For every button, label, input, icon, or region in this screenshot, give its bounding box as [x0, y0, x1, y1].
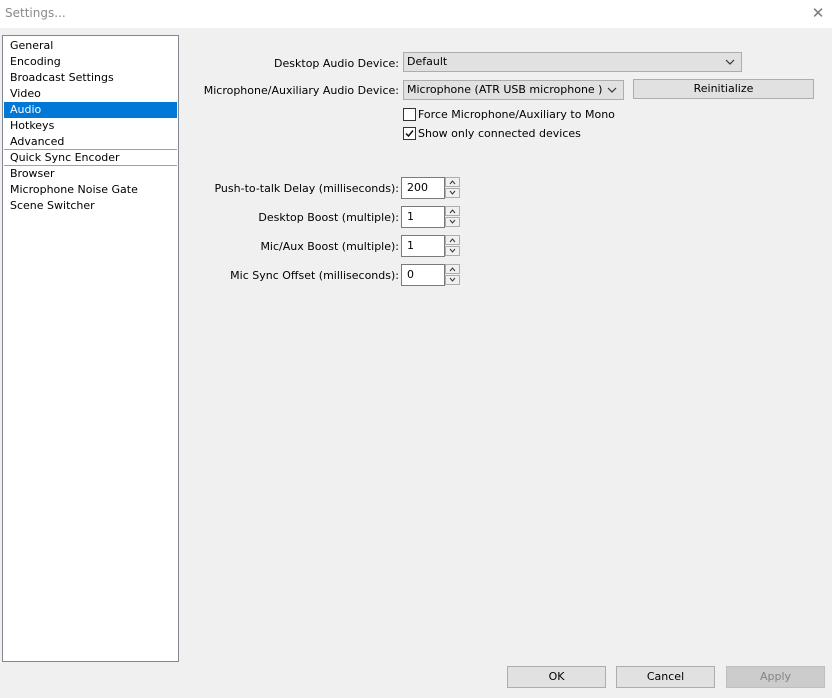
show-connected-devices-label: Show only connected devices — [418, 127, 581, 140]
ok-button[interactable]: OK — [507, 666, 606, 688]
mic-aux-boost-spinner[interactable]: 1 — [401, 235, 461, 257]
checkmark-icon — [405, 130, 414, 138]
sidebar-item-broadcast-settings[interactable]: Broadcast Settings — [4, 70, 177, 86]
show-connected-devices-checkbox[interactable] — [403, 127, 416, 140]
spin-up-button[interactable] — [445, 235, 460, 245]
chevron-down-icon — [449, 190, 456, 195]
window-title: Settings... — [5, 6, 66, 20]
apply-button[interactable]: Apply — [726, 666, 825, 688]
sidebar-item-quick-sync-encoder[interactable]: Quick Sync Encoder — [4, 150, 177, 166]
desktop-audio-device-value: Default — [407, 55, 448, 68]
chevron-up-icon — [449, 180, 456, 185]
title-bar: Settings... ✕ — [0, 0, 832, 28]
force-mono-label: Force Microphone/Auxiliary to Mono — [418, 108, 615, 121]
mic-audio-device-label: Microphone/Auxiliary Audio Device: — [203, 84, 399, 97]
chevron-down-icon — [449, 219, 456, 224]
mic-sync-offset-input[interactable]: 0 — [401, 264, 445, 286]
chevron-up-icon — [449, 209, 456, 214]
chevron-down-icon — [725, 59, 735, 65]
settings-sidebar: General Encoding Broadcast Settings Vide… — [2, 35, 179, 662]
desktop-boost-spinner[interactable]: 1 — [401, 206, 461, 228]
desktop-boost-label: Desktop Boost (multiple): — [258, 211, 399, 224]
mic-sync-offset-label: Mic Sync Offset (milliseconds): — [230, 269, 399, 282]
sidebar-item-audio[interactable]: Audio — [4, 102, 177, 118]
close-icon[interactable]: ✕ — [808, 3, 828, 23]
reinitialize-button[interactable]: Reinitialize — [633, 79, 814, 99]
sidebar-item-browser[interactable]: Browser — [4, 166, 177, 182]
mic-audio-device-select[interactable]: Microphone (ATR USB microphone ) — [403, 80, 624, 100]
chevron-down-icon — [607, 87, 617, 93]
sidebar-item-advanced[interactable]: Advanced — [4, 134, 177, 150]
sidebar-item-hotkeys[interactable]: Hotkeys — [4, 118, 177, 134]
desktop-audio-device-select[interactable]: Default — [403, 52, 742, 72]
chevron-down-icon — [449, 277, 456, 282]
force-mono-checkbox[interactable] — [403, 108, 416, 121]
spin-down-button[interactable] — [445, 246, 460, 256]
push-to-talk-delay-input[interactable]: 200 — [401, 177, 445, 199]
sidebar-item-microphone-noise-gate[interactable]: Microphone Noise Gate — [4, 182, 177, 198]
push-to-talk-delay-spinner[interactable]: 200 — [401, 177, 461, 199]
spin-down-button[interactable] — [445, 275, 460, 285]
spin-down-button[interactable] — [445, 188, 460, 198]
mic-audio-device-value: Microphone (ATR USB microphone ) — [407, 83, 603, 96]
mic-aux-boost-label: Mic/Aux Boost (multiple): — [260, 240, 399, 253]
spin-up-button[interactable] — [445, 264, 460, 274]
desktop-boost-input[interactable]: 1 — [401, 206, 445, 228]
sidebar-item-scene-switcher[interactable]: Scene Switcher — [4, 198, 177, 214]
sidebar-item-video[interactable]: Video — [4, 86, 177, 102]
mic-sync-offset-spinner[interactable]: 0 — [401, 264, 461, 286]
chevron-down-icon — [449, 248, 456, 253]
spin-up-button[interactable] — [445, 177, 460, 187]
spin-down-button[interactable] — [445, 217, 460, 227]
chevron-up-icon — [449, 238, 456, 243]
sidebar-item-general[interactable]: General — [4, 38, 177, 54]
mic-aux-boost-input[interactable]: 1 — [401, 235, 445, 257]
spin-up-button[interactable] — [445, 206, 460, 216]
sidebar-item-encoding[interactable]: Encoding — [4, 54, 177, 70]
chevron-up-icon — [449, 267, 456, 272]
push-to-talk-delay-label: Push-to-talk Delay (milliseconds): — [214, 182, 399, 195]
cancel-button[interactable]: Cancel — [616, 666, 715, 688]
desktop-audio-device-label: Desktop Audio Device: — [274, 57, 399, 70]
